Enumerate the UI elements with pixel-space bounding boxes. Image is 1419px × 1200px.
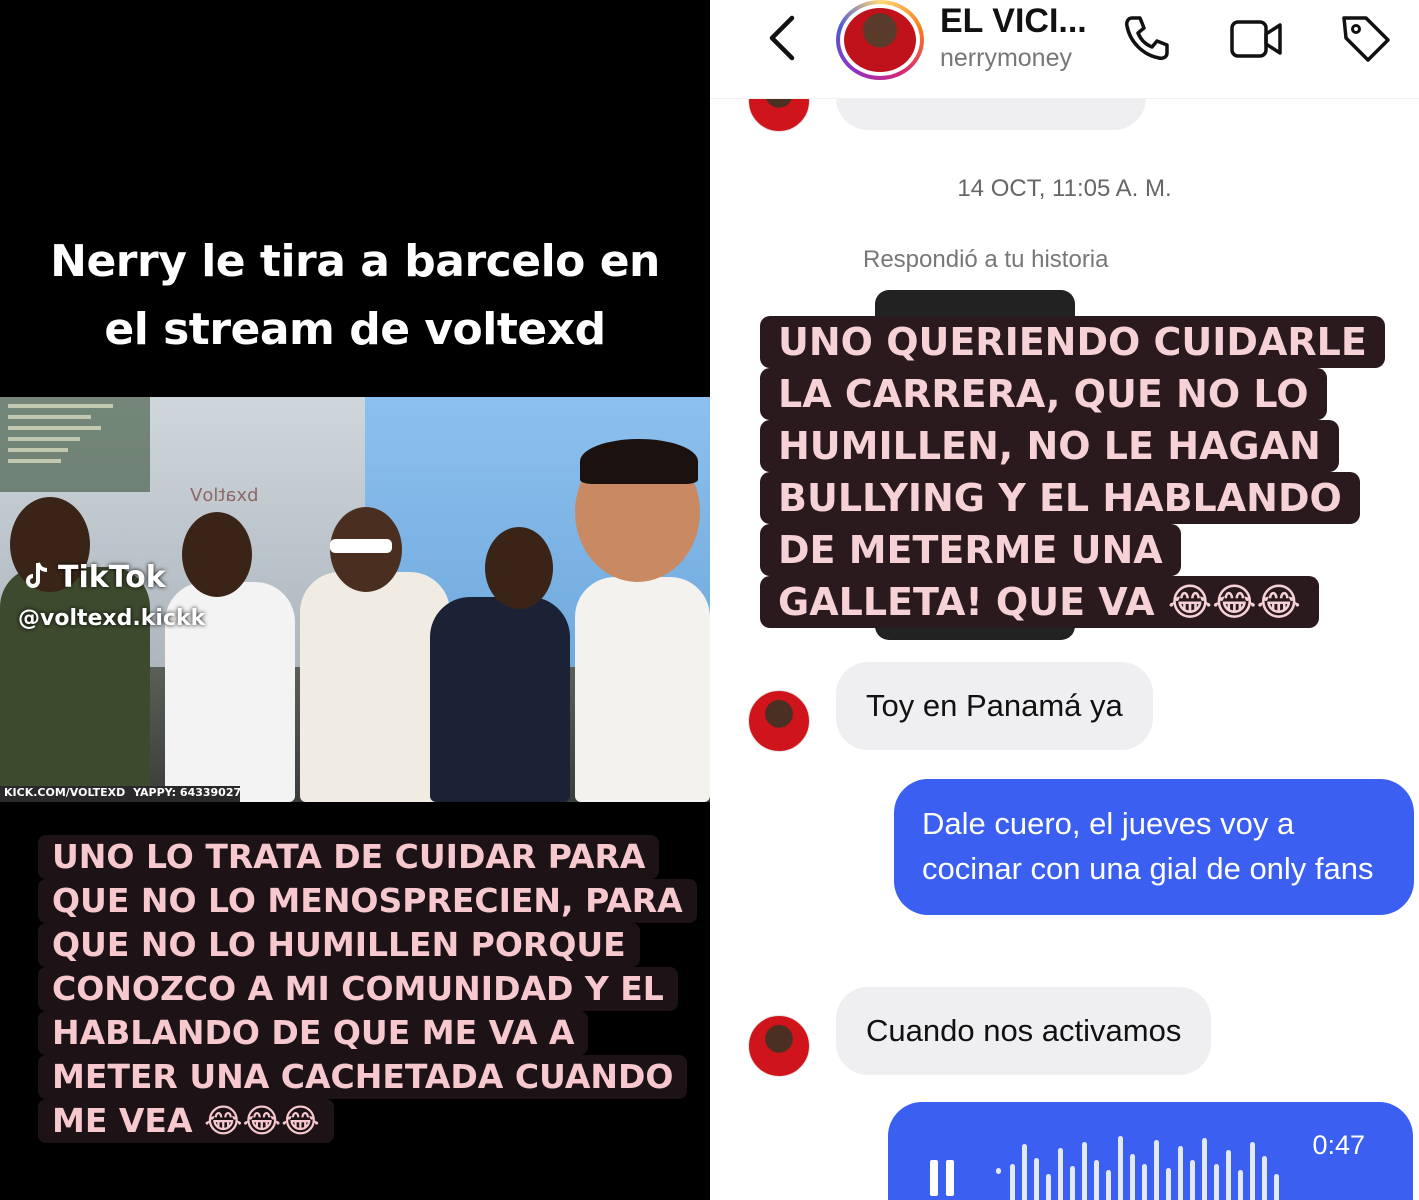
video-watermark: bxatloV [190,485,259,506]
incoming-message-bubble[interactable]: Toy en Panamá ya [836,662,1153,750]
right-quote-line: UNO QUERIENDO CUIDARLE [760,316,1385,368]
person-5-hair [580,439,698,484]
left-quote-line: QUE NO LO MENOSPRECIEN, PARA [38,879,697,923]
contact-avatar-story-ring[interactable] [836,0,924,80]
contact-message-avatar[interactable] [748,690,810,752]
person-1-body [0,567,150,802]
video-camera-icon[interactable] [1228,10,1284,66]
left-quote-line: QUE NO LO HUMILLEN PORQUE [38,923,640,967]
tiktok-repost-panel: Nerry le tira a barcelo en el stream de … [0,0,710,1200]
tiktok-note-icon [26,562,48,588]
incoming-message-bubble[interactable]: Cuando nos activamos [836,987,1212,1075]
contact-avatar [844,8,916,72]
stream-url: KICK.COM/VOLTEXD [4,786,126,799]
person-4-head [485,527,553,609]
person-3-body [300,572,450,802]
pause-icon[interactable] [930,1160,958,1196]
contact-display-name[interactable]: EL VICI... [940,2,1087,41]
right-quote-block: UNO QUERIENDO CUIDARLE LA CARRERA, QUE N… [760,316,1400,628]
right-quote-line: BULLYING Y EL HABLANDO [760,472,1360,524]
left-quote-line: METER UNA CACHETADA CUANDO [38,1055,688,1099]
white-sunglasses [330,539,392,553]
left-quote-line: CONOZCO A MI COMUNIDAD Y EL [38,967,678,1011]
left-quote-block: UNO LO TRATA DE CUIDAR PARA QUE NO LO ME… [38,835,698,1143]
tiktok-watermark: TikTok [24,560,166,595]
back-chevron-icon[interactable] [762,14,802,62]
video-caption: Nerry le tira a barcelo en el stream de … [20,228,690,364]
contact-username[interactable]: nerrymoney [940,44,1072,73]
caption-line-2: el stream de voltexd [104,304,606,355]
phone-icon[interactable] [1118,10,1174,66]
person-5-body [575,577,710,802]
chat-header: EL VICI... nerrymoney [710,0,1419,99]
right-quote-line: DE METERME UNA [760,524,1181,576]
outgoing-message-bubble[interactable]: Dale cuero, el jueves voy a cocinar con … [894,779,1414,915]
left-quote-line: ME VEA 😂😂😂 [38,1099,334,1143]
instagram-dm-panel: EL VICI... nerrymoney 14 OCT, 11:05 A. M… [710,0,1419,1200]
story-reply-label: Respondió a tu historia [863,246,1109,273]
audio-waveform[interactable] [996,1132,1296,1200]
left-quote-line: UNO LO TRATA DE CUIDAR PARA [38,835,660,879]
message-timestamp: 14 OCT, 11:05 A. M. [957,175,1172,202]
stream-video-frame[interactable]: bxatloV [0,397,710,802]
tiktok-brand-text: TikTok [58,560,166,595]
stream-yappy: YAPPY: 64339027 [133,786,242,799]
stream-chat-overlay [0,397,150,492]
contact-message-avatar[interactable] [748,1015,810,1077]
stream-info-bar: KICK.COM/VOLTEXD YAPPY: 64339027 [0,786,242,802]
right-quote-line: GALLETA! QUE VA 😂😂😂 [760,576,1319,628]
voice-note-duration: 0:47 [1312,1130,1365,1160]
tiktok-handle: @voltexd.kickk [18,606,206,631]
voice-note-bubble[interactable]: 0:47 [888,1102,1413,1200]
person-2-head [182,512,252,597]
caption-line-1: Nerry le tira a barcelo en [50,236,660,287]
right-quote-line: HUMILLEN, NO LE HAGAN [760,420,1339,472]
left-quote-line: HABLANDO DE QUE ME VA A [38,1011,589,1055]
right-quote-line: LA CARRERA, QUE NO LO [760,368,1327,420]
tag-icon[interactable] [1338,10,1394,66]
person-4-body [430,597,570,802]
